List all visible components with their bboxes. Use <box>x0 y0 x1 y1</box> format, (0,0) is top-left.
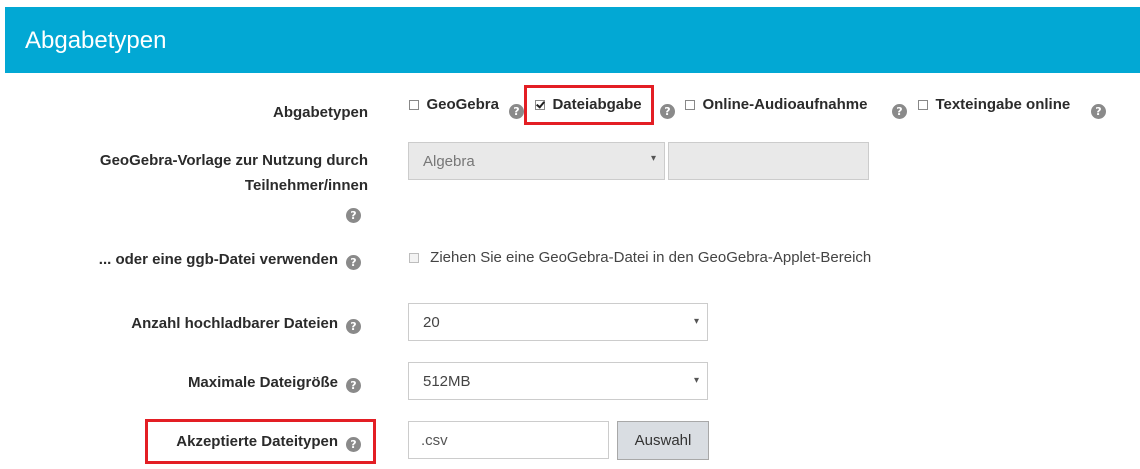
template-help-icon[interactable]: ? <box>346 208 361 223</box>
submission-types-label-wrap: Abgabetypen <box>0 100 368 125</box>
online-text-checkbox[interactable] <box>918 99 928 110</box>
chevron-down-icon: ▾ <box>650 153 656 164</box>
max-size-value: 512MB <box>423 373 471 390</box>
max-size-label-wrap: Maximale Dateigröße <box>0 370 338 395</box>
ggb-file-option[interactable]: Ziehen Sie eine GeoGebra-Datei in den Ge… <box>409 249 871 266</box>
ggb-file-help-icon[interactable]: ? <box>346 255 361 270</box>
ggb-file-label: ... oder eine ggb-Datei verwenden <box>98 251 338 268</box>
max-size-help-icon[interactable]: ? <box>346 378 361 393</box>
option-audio-recording[interactable]: Online-Audioaufnahme <box>685 96 867 114</box>
chevron-down-icon: ▾ <box>693 316 699 327</box>
highlight-file-submission <box>524 85 654 125</box>
geogebra-checkbox[interactable] <box>409 99 419 110</box>
section-title: Abgabetypen <box>25 27 167 54</box>
geogebra-label: GeoGebra <box>426 96 499 113</box>
max-size-select[interactable]: 512MB ▾ <box>408 362 708 400</box>
ggb-file-checkbox-label: Ziehen Sie eine GeoGebra-Datei in den Ge… <box>430 249 872 266</box>
template-label-line1: GeoGebra-Vorlage zur Nutzung durch <box>99 152 368 169</box>
online-text-label: Texteingabe online <box>935 96 1071 113</box>
template-label-line2: Teilnehmer/innen <box>244 177 368 194</box>
max-files-select[interactable]: 20 ▾ <box>408 303 708 341</box>
template-label-wrap: GeoGebra-Vorlage zur Nutzung durch Teiln… <box>0 148 368 198</box>
select-file-types-button[interactable]: Auswahl <box>617 421 709 460</box>
template-select[interactable]: Algebra ▾ <box>408 142 665 180</box>
submission-types-label: Abgabetypen <box>272 104 368 121</box>
geogebra-help-icon[interactable]: ? <box>509 104 524 119</box>
file-submission-help-icon[interactable]: ? <box>660 104 675 119</box>
highlight-accepted-types <box>145 419 376 464</box>
option-online-text[interactable]: Texteingabe online <box>918 96 1070 114</box>
option-geogebra[interactable]: GeoGebra <box>409 96 499 114</box>
max-files-help-icon[interactable]: ? <box>346 319 361 334</box>
chevron-down-icon: ▾ <box>693 375 699 386</box>
max-files-label-wrap: Anzahl hochladbarer Dateien <box>0 311 338 336</box>
section-header: Abgabetypen <box>5 7 1140 73</box>
online-text-help-icon[interactable]: ? <box>1091 104 1106 119</box>
audio-recording-help-icon[interactable]: ? <box>892 104 907 119</box>
audio-recording-checkbox[interactable] <box>685 99 695 110</box>
template-select-value: Algebra <box>423 153 475 170</box>
template-text-field[interactable] <box>668 142 869 180</box>
ggb-file-checkbox[interactable] <box>409 253 419 264</box>
accepted-types-input[interactable]: .csv <box>408 421 609 459</box>
max-files-value: 20 <box>423 314 440 331</box>
audio-recording-label: Online-Audioaufnahme <box>702 96 868 113</box>
max-size-label: Maximale Dateigröße <box>187 374 338 391</box>
max-files-label: Anzahl hochladbarer Dateien <box>131 315 338 332</box>
ggb-file-label-wrap: ... oder eine ggb-Datei verwenden <box>0 247 338 272</box>
